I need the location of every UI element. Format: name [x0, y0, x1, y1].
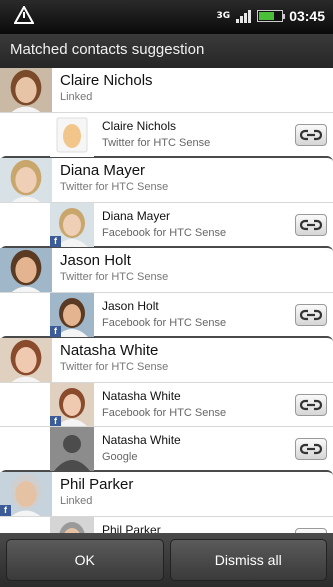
ok-button[interactable]: OK	[6, 539, 164, 581]
contact-group: Diana Mayer Twitter for HTC Sense f Dian…	[0, 154, 333, 247]
link-icon	[299, 216, 323, 235]
contact-group: f Phil Parker Linked Phil Parker	[0, 468, 333, 533]
button-bar: OK Dismiss all	[0, 533, 333, 587]
avatar	[50, 427, 94, 471]
suggested-match-row: Claire Nichols Twitter for HTC Sense	[0, 112, 333, 157]
contact-group: Jason Holt Twitter for HTC Sense f Jason…	[0, 244, 333, 337]
clock: 03:45	[289, 8, 325, 24]
contact-header[interactable]: Jason Holt Twitter for HTC Sense	[0, 244, 333, 296]
contact-header[interactable]: Claire Nichols Linked	[0, 68, 333, 116]
contact-group: Claire Nichols Linked Claire Nichols Twi…	[0, 68, 333, 157]
contact-name: Phil Parker	[60, 476, 134, 493]
avatar	[50, 113, 94, 157]
avatar	[0, 334, 52, 386]
link-icon	[299, 396, 323, 415]
contact-header[interactable]: Diana Mayer Twitter for HTC Sense	[0, 154, 333, 206]
battery-icon	[257, 10, 286, 22]
suggested-match-row: f Diana Mayer Facebook for HTC Sense	[0, 202, 333, 247]
contacts-list[interactable]: Claire Nichols Linked Claire Nichols Twi…	[0, 68, 333, 533]
suggested-match-row: f Jason Holt Facebook for HTC Sense	[0, 292, 333, 337]
contact-subtitle: Twitter for HTC Sense	[60, 181, 169, 193]
contact-name: Claire Nichols	[60, 72, 153, 89]
suggested-match-row: Phil Parker	[0, 516, 333, 533]
contact-subtitle: Linked	[60, 91, 93, 103]
contact-subtitle: Twitter for HTC Sense	[60, 271, 169, 283]
avatar	[50, 517, 94, 533]
contact-name: Jason Holt	[60, 252, 131, 269]
facebook-icon: f	[50, 326, 61, 337]
contact-group: Natasha White Twitter for HTC Sense f Na…	[0, 334, 333, 471]
link-button[interactable]	[295, 214, 327, 236]
signal-strength-icon	[236, 9, 252, 23]
dialog-title: Matched contacts suggestion	[0, 34, 333, 68]
suggested-match-row: f Natasha White Facebook for HTC Sense	[0, 382, 333, 427]
avatar: f	[50, 383, 94, 427]
contact-subtitle: Twitter for HTC Sense	[60, 361, 169, 373]
contact-name: Natasha White	[60, 342, 159, 359]
avatar	[0, 154, 52, 206]
contact-subtitle: Linked	[60, 495, 93, 507]
avatar: f	[50, 203, 94, 247]
contact-header[interactable]: Natasha White Twitter for HTC Sense	[0, 334, 333, 386]
network-type-label: 3G	[216, 10, 231, 21]
facebook-icon: f	[50, 236, 61, 247]
avatar: f	[0, 468, 52, 520]
contact-header[interactable]: f Phil Parker Linked	[0, 468, 333, 520]
link-icon	[299, 126, 323, 145]
suggested-match-row: Natasha White Google	[0, 426, 333, 471]
link-button[interactable]	[295, 304, 327, 326]
dismiss-all-button[interactable]: Dismiss all	[169, 539, 327, 581]
notification-icon	[13, 4, 35, 29]
link-icon	[299, 306, 323, 325]
avatar	[0, 244, 52, 296]
contact-name: Diana Mayer	[60, 162, 146, 179]
status-bar: 3G 03:45	[0, 0, 333, 34]
link-icon	[299, 440, 323, 459]
facebook-icon: f	[0, 505, 11, 516]
avatar	[0, 68, 52, 116]
link-button[interactable]	[295, 124, 327, 146]
link-button[interactable]	[295, 394, 327, 416]
link-button[interactable]	[295, 438, 327, 460]
avatar: f	[50, 293, 94, 337]
